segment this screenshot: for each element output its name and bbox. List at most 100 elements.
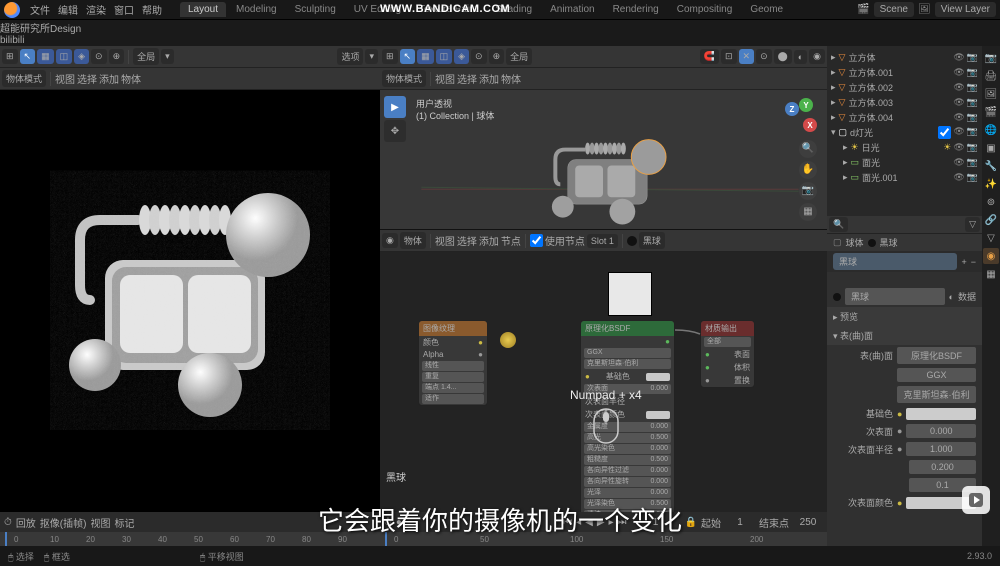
- menu-object[interactable]: 物体: [121, 71, 141, 86]
- material-name-field[interactable]: 黑球: [845, 288, 945, 305]
- tab-data-icon[interactable]: ▽: [983, 230, 999, 246]
- subsurf-method-dropdown[interactable]: 克里斯坦森·伯利: [897, 386, 976, 403]
- outliner-item[interactable]: ▸☀日光☀👁📷: [831, 140, 978, 155]
- slot-dropdown[interactable]: Slot 1: [587, 234, 618, 248]
- tab-material-icon[interactable]: ◉: [983, 248, 999, 264]
- timeline-editor-icon[interactable]: ⏱: [4, 517, 12, 528]
- orientation-dropdown[interactable]: 全局: [133, 48, 159, 65]
- outliner-item[interactable]: ▸▽立方体.004👁📷: [831, 110, 978, 125]
- shader-node-editor[interactable]: 图像纹理 颜色● Alpha● 线性 重复 端点 1.4... 适作 原理化BS…: [380, 252, 827, 512]
- viewport-gizmo[interactable]: Y Z X: [781, 98, 817, 134]
- search-icon[interactable]: 🔍: [829, 217, 848, 232]
- image-texture-node[interactable]: 图像纹理 颜色● Alpha● 线性 重复 端点 1.4... 适作: [418, 320, 488, 406]
- tab-modifiers-icon[interactable]: 🔧: [983, 158, 999, 174]
- surface-panel-header[interactable]: ▾ 表(曲)面: [827, 326, 982, 345]
- play-reverse-icon[interactable]: ◀: [585, 517, 593, 528]
- shading-solid-icon[interactable]: ⬤: [774, 49, 792, 64]
- workspace-tab-animation[interactable]: Animation: [542, 2, 602, 17]
- tab-texture-icon[interactable]: ▦: [983, 266, 999, 282]
- snap-icon-2[interactable]: ◈: [74, 49, 89, 64]
- timeline-editor-icon[interactable]: ⏱: [384, 517, 392, 528]
- use-nodes-checkbox[interactable]: [530, 234, 543, 247]
- playback-dropdown[interactable]: 回放: [16, 515, 36, 530]
- shading-wireframe-icon[interactable]: ⊙: [756, 49, 772, 64]
- tab-object-icon[interactable]: ▣: [983, 140, 999, 156]
- keying-dropdown[interactable]: 抠像(插帧): [40, 515, 87, 530]
- workspace-tab-modeling[interactable]: Modeling: [228, 2, 285, 17]
- jump-start-icon[interactable]: ⏮: [563, 517, 572, 528]
- orientation-icon[interactable]: ▾: [161, 49, 174, 64]
- jump-end-icon[interactable]: ⏭: [618, 517, 627, 528]
- center-3d-viewport[interactable]: ▶ ✥ 用户透视 (1) Collection | 球体: [380, 90, 827, 230]
- surface-shader-dropdown[interactable]: 原理化BSDF: [897, 347, 976, 364]
- blender-logo-icon[interactable]: [4, 2, 20, 18]
- video-player-play-button[interactable]: [962, 486, 990, 514]
- start-frame-field[interactable]: 1: [725, 517, 755, 528]
- node-menu-view[interactable]: 视图: [435, 233, 455, 248]
- workspace-tab-layout[interactable]: Layout: [180, 2, 226, 17]
- menu-edit[interactable]: 编辑: [58, 2, 78, 17]
- outliner-item[interactable]: ▸▽立方体.002👁📷: [831, 80, 978, 95]
- snap-icon[interactable]: ◫: [56, 49, 73, 64]
- node-menu-select[interactable]: 选择: [457, 233, 477, 248]
- outliner-panel[interactable]: ▸▽立方体👁📷 ▸▽立方体.001👁📷 ▸▽立方体.002👁📷 ▸▽立方体.00…: [827, 46, 982, 216]
- shading-material-icon[interactable]: ◐: [794, 50, 807, 64]
- mode-dropdown[interactable]: 物体模式: [382, 70, 426, 87]
- tab-viewlayer-icon[interactable]: 🖼: [983, 86, 999, 102]
- camera-view-icon[interactable]: 📷: [799, 182, 817, 200]
- menu-help[interactable]: 帮助: [142, 2, 162, 17]
- tab-physics-icon[interactable]: ⊚: [983, 194, 999, 210]
- menu-view[interactable]: 视图: [55, 71, 75, 86]
- outliner-item[interactable]: ▸▭面光.001👁📷: [831, 170, 978, 185]
- options-chevron-icon[interactable]: ▾: [365, 49, 378, 64]
- material-output-node[interactable]: 材质输出 全部 ●表面 ●体积 ●置换: [700, 320, 755, 388]
- pivot-icon[interactable]: ⊕: [109, 49, 125, 64]
- zoom-icon[interactable]: 🔍: [799, 140, 817, 158]
- butterfly-icon[interactable]: ✕: [739, 49, 755, 64]
- camera-icon[interactable]: 📷: [967, 52, 978, 63]
- outliner-collection[interactable]: ▾▢d灯光👁📷: [831, 125, 978, 140]
- persp-toggle-icon[interactable]: ▦: [799, 203, 817, 221]
- outliner-item[interactable]: ▸▽立方体.003👁📷: [831, 95, 978, 110]
- next-key-icon[interactable]: ▸: [609, 517, 614, 528]
- menu-render[interactable]: 渲染: [86, 2, 106, 17]
- proportional-icon[interactable]: ⊙: [91, 49, 107, 64]
- magnet-icon[interactable]: 🧲: [700, 49, 719, 64]
- viewlayer-name-field[interactable]: View Layer: [935, 2, 996, 17]
- orientation-dropdown[interactable]: 全局: [506, 48, 532, 65]
- base-color-swatch[interactable]: [906, 408, 976, 420]
- workspace-tab-rendering[interactable]: Rendering: [605, 2, 667, 17]
- tab-particles-icon[interactable]: ✨: [983, 176, 999, 192]
- editor-type-icon[interactable]: ⊞: [382, 49, 398, 64]
- outliner-item[interactable]: ▸▽立方体.001👁📷: [831, 65, 978, 80]
- play-icon[interactable]: ▶: [597, 517, 605, 528]
- center-timeline-ruler[interactable]: 0 50 100 150 200: [380, 532, 827, 546]
- menu-object[interactable]: 物体: [501, 71, 521, 86]
- menu-view[interactable]: 视图: [435, 71, 455, 86]
- tab-world-icon[interactable]: 🌐: [983, 122, 999, 138]
- outliner-item[interactable]: ▸▽立方体👁📷: [831, 50, 978, 65]
- scene-name-field[interactable]: Scene: [874, 2, 914, 17]
- workspace-tab-geometry[interactable]: Geome: [742, 2, 791, 17]
- new-data-icon[interactable]: 数据: [958, 290, 976, 303]
- current-frame-field[interactable]: 1: [631, 517, 681, 528]
- left-timeline-ruler[interactable]: 0 10 20 30 40 50 60 70 80 90: [0, 532, 380, 546]
- prev-key-icon[interactable]: ◂: [576, 517, 581, 528]
- menu-file[interactable]: 文件: [30, 2, 50, 17]
- material-name-field[interactable]: 黑球: [639, 232, 665, 249]
- menu-select[interactable]: 选择: [77, 71, 97, 86]
- remove-icon[interactable]: −: [971, 257, 976, 267]
- filter-icon[interactable]: ▽: [965, 217, 980, 232]
- end-frame-field[interactable]: 250: [793, 517, 823, 528]
- link-icon[interactable]: ◐: [949, 292, 954, 302]
- editor-type-icon[interactable]: ⊞: [2, 49, 18, 64]
- snap-options-icon[interactable]: ▦: [37, 49, 54, 64]
- material-slot[interactable]: 黑球: [833, 253, 957, 270]
- outliner-item[interactable]: ▸▭面光👁📷: [831, 155, 978, 170]
- workspace-tab-compositing[interactable]: Compositing: [669, 2, 741, 17]
- menu-add[interactable]: 添加: [479, 71, 499, 86]
- node-menu-node[interactable]: 节点: [501, 233, 521, 248]
- tab-render-icon[interactable]: 📷: [983, 50, 999, 66]
- shading-rendered-icon[interactable]: ◉: [809, 49, 825, 64]
- render-viewport[interactable]: [0, 90, 380, 512]
